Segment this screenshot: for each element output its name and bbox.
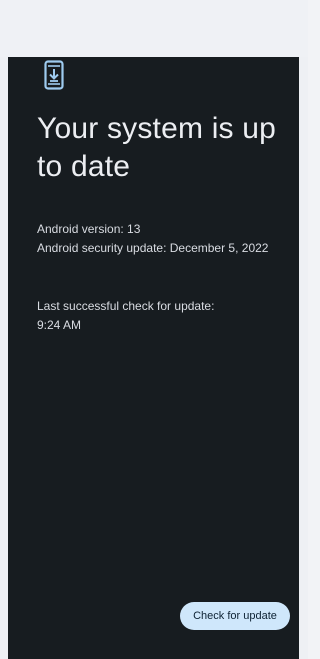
last-check-time: 9:24 AM <box>37 318 82 332</box>
check-for-update-button[interactable]: Check for update <box>180 602 290 630</box>
last-check-label: Last successful check for update: <box>37 299 215 313</box>
page-title: Your system is up to date <box>37 112 277 183</box>
last-check-info: Last successful check for update: 9:24 A… <box>37 297 287 335</box>
android-version: Android version: 13 <box>37 222 141 236</box>
system-update-icon <box>43 59 65 91</box>
left-bezel <box>0 57 8 659</box>
version-info: Android version: 13 Android security upd… <box>37 220 287 258</box>
right-bezel <box>299 57 308 659</box>
system-update-screen: Your system is up to date Android versio… <box>8 57 299 659</box>
top-bezel <box>0 0 308 58</box>
security-update-date: Android security update: December 5, 202… <box>37 241 269 255</box>
